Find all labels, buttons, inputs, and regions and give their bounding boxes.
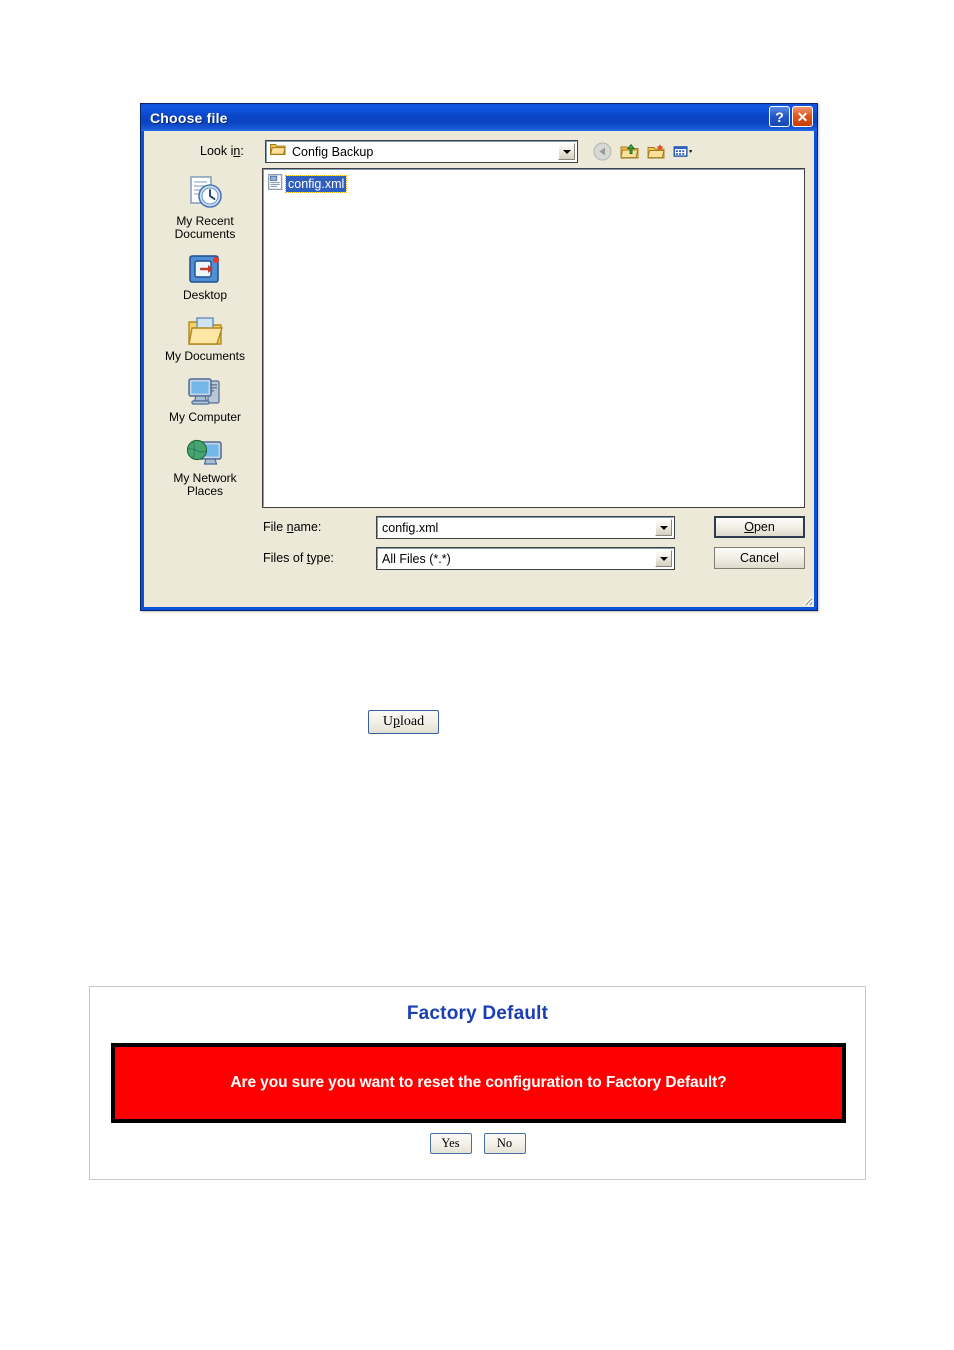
upload-button-label: Upload	[382, 714, 425, 729]
close-icon[interactable]: ✕	[792, 106, 813, 127]
desktop-icon	[187, 245, 223, 287]
file-list[interactable]: config.xml	[262, 168, 805, 508]
file-name-label: config.xml	[284, 175, 348, 193]
open-folder-icon	[269, 142, 286, 161]
cancel-button[interactable]: Cancel	[714, 547, 805, 569]
dialog-titlebar[interactable]: Choose file ? ✕	[141, 104, 817, 131]
filename-value: config.xml	[382, 520, 439, 535]
filetype-value: All Files (*.*)	[382, 551, 451, 566]
lookin-value: Config Backup	[292, 144, 374, 159]
place-item-recent-documents[interactable]: My Recent Documents	[152, 171, 258, 241]
filename-input[interactable]: config.xml	[376, 516, 675, 539]
yes-button[interactable]: Yes	[429, 1133, 472, 1154]
place-label: Desktop	[182, 288, 228, 302]
place-label: My Documents	[164, 349, 246, 363]
chevron-down-icon[interactable]	[655, 550, 672, 567]
place-item-my-computer[interactable]: My Computer	[152, 367, 258, 424]
dialog-title: Choose file	[150, 109, 228, 126]
filetype-label: Files of type:	[263, 551, 334, 565]
list-item[interactable]: config.xml	[268, 173, 348, 195]
back-arrow-icon[interactable]	[592, 141, 613, 162]
filetype-dropdown[interactable]: All Files (*.*)	[376, 547, 675, 570]
place-label: My Network Places	[173, 471, 237, 498]
new-folder-icon[interactable]	[646, 141, 667, 162]
place-label: My Recent Documents	[174, 214, 236, 241]
choose-file-dialog: Choose file ? ✕ Look in: Config Backup M…	[140, 103, 818, 611]
open-button[interactable]: Open	[714, 516, 805, 538]
place-item-desktop[interactable]: Desktop	[152, 245, 258, 302]
factory-default-button-group: Yes No	[90, 1133, 865, 1154]
dialog-toolbar	[592, 140, 694, 163]
place-item-my-network-places[interactable]: My Network Places	[152, 428, 258, 498]
my-computer-icon	[186, 367, 224, 409]
chevron-down-icon[interactable]	[558, 143, 575, 160]
xml-file-icon	[268, 173, 283, 195]
filename-label: File name:	[263, 520, 322, 534]
titlebar-button-group: ? ✕	[769, 106, 813, 127]
place-item-my-documents[interactable]: My Documents	[152, 306, 258, 363]
dialog-body: Look in: Config Backup My Recent Documen…	[144, 131, 814, 607]
no-button[interactable]: No	[483, 1133, 526, 1154]
lookin-dropdown[interactable]: Config Backup	[265, 140, 578, 163]
factory-default-panel: Factory Default Are you sure you want to…	[89, 986, 866, 1180]
place-label: My Computer	[168, 410, 242, 424]
resize-grip[interactable]	[799, 592, 813, 606]
views-icon[interactable]	[673, 141, 694, 162]
lookin-label: Look in:	[200, 144, 244, 158]
places-bar: My Recent Documents Desktop My Documents…	[152, 171, 258, 554]
upload-button[interactable]: Upload	[368, 710, 439, 734]
my-network-places-icon	[186, 428, 224, 470]
my-documents-icon	[186, 306, 224, 348]
page-title: Factory Default	[406, 1003, 549, 1024]
warning-box: Are you sure you want to reset the confi…	[111, 1043, 846, 1123]
open-button-label: Open	[744, 520, 775, 534]
chevron-down-icon[interactable]	[655, 519, 672, 536]
warning-message: Are you sure you want to reset the confi…	[230, 1074, 727, 1091]
help-icon[interactable]: ?	[769, 106, 790, 127]
lookin-row: Look in: Config Backup	[144, 140, 814, 163]
up-folder-icon[interactable]	[619, 141, 640, 162]
recent-documents-icon	[185, 171, 225, 213]
